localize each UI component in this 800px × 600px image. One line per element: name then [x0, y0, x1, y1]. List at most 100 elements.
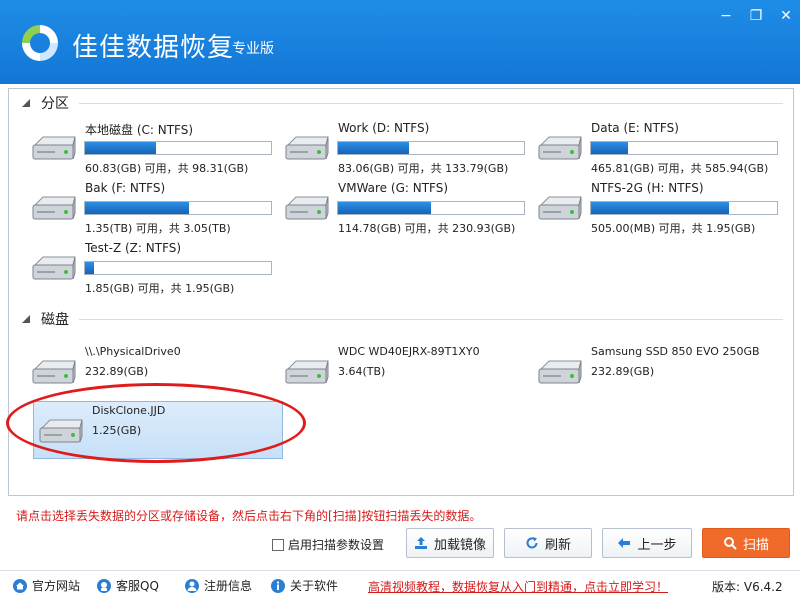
section-divider: [79, 103, 783, 104]
partition-item[interactable]: Work (D: NTFS) 83.06(GB) 可用，共 133.79(GB): [280, 119, 530, 177]
hard-disk-icon: [32, 360, 76, 384]
partition-item[interactable]: Data (E: NTFS) 465.81(GB) 可用，共 585.94(GB): [533, 119, 783, 177]
scan-settings-label: 启用扫描参数设置: [288, 538, 385, 552]
qq-support-link[interactable]: 客服QQ: [96, 577, 159, 594]
home-icon: [13, 578, 27, 593]
usage-bar: [590, 141, 778, 155]
partition-capacity: 83.06(GB) 可用，共 133.79(GB): [338, 162, 509, 175]
checkbox-box[interactable]: [272, 538, 284, 551]
partitions-section-header[interactable]: 分区: [21, 93, 69, 113]
disk-size: 232.89(GB): [85, 365, 149, 378]
usage-bar: [337, 201, 525, 215]
website-label: 官方网站: [32, 579, 81, 593]
hard-disk-icon: [285, 196, 329, 220]
disk-size: 3.64(TB): [338, 365, 386, 378]
disk-item[interactable]: WDC WD40EJRX-89T1XY0 3.64(TB): [280, 343, 530, 401]
usage-bar: [337, 141, 525, 155]
user-icon: [185, 578, 199, 593]
disk-item[interactable]: \\.\PhysicalDrive0 232.89(GB): [27, 343, 277, 401]
section-divider: [79, 319, 783, 320]
collapse-arrow-icon: [22, 315, 30, 323]
scan-settings-checkbox[interactable]: 启用扫描参数设置: [272, 536, 384, 553]
usage-bar-fill: [591, 202, 729, 214]
hard-disk-icon: [538, 136, 582, 160]
hard-disk-icon: [538, 360, 582, 384]
app-title: 佳佳数据恢复: [72, 33, 235, 63]
disks-section-header[interactable]: 磁盘: [21, 309, 69, 329]
back-label: 上一步: [637, 537, 677, 553]
disk-size: 1.25(GB): [92, 424, 142, 437]
partition-name: Data (E: NTFS): [591, 121, 679, 135]
partition-item[interactable]: 本地磁盘 (C: NTFS) 60.83(GB) 可用，共 98.31(GB): [27, 119, 277, 177]
support-icon: [97, 578, 111, 593]
refresh-label: 刷新: [544, 537, 571, 553]
version-label: 版本: V6.4.2: [712, 580, 783, 594]
disk-size: 232.89(GB): [591, 365, 655, 378]
usage-bar: [84, 141, 272, 155]
app-logo-icon: [22, 25, 58, 61]
partition-name: NTFS-2G (H: NTFS): [591, 181, 704, 195]
partition-item[interactable]: Bak (F: NTFS) 1.35(TB) 可用，共 3.05(TB): [27, 179, 277, 237]
partition-capacity: 1.35(TB) 可用，共 3.05(TB): [85, 222, 231, 235]
partition-item[interactable]: Test-Z (Z: NTFS) 1.85(GB) 可用，共 1.95(GB): [27, 239, 277, 297]
instruction-hint: 请点击选择丢失数据的分区或存储设备，然后点击右下角的[扫描]按钮扫描丢失的数据。: [16, 509, 482, 523]
restore-button[interactable]: ❐: [744, 6, 768, 26]
partition-name: Work (D: NTFS): [338, 121, 430, 135]
register-label: 注册信息: [204, 579, 253, 593]
partition-capacity: 465.81(GB) 可用，共 585.94(GB): [591, 162, 769, 175]
refresh-icon: [526, 537, 538, 549]
about-label: 关于软件: [290, 579, 339, 593]
usage-bar: [590, 201, 778, 215]
qq-label: 客服QQ: [116, 579, 159, 593]
disks-title: 磁盘: [41, 312, 69, 328]
back-button[interactable]: 上一步: [602, 528, 692, 558]
partition-capacity: 60.83(GB) 可用，共 98.31(GB): [85, 162, 249, 175]
disk-name: DiskClone.JJD: [92, 404, 166, 417]
partition-capacity: 114.78(GB) 可用，共 230.93(GB): [338, 222, 516, 235]
refresh-button[interactable]: 刷新: [504, 528, 592, 558]
hard-disk-icon: [285, 136, 329, 160]
partition-capacity: 1.85(GB) 可用，共 1.95(GB): [85, 282, 235, 295]
search-icon: [723, 537, 737, 550]
close-button[interactable]: ✕: [774, 6, 798, 26]
disk-name: WDC WD40EJRX-89T1XY0: [338, 345, 480, 358]
partition-capacity: 505.00(MB) 可用，共 1.95(GB): [591, 222, 756, 235]
device-panel: 分区 本地磁盘 (C: NTFS) 60.83(GB) 可用，共 98.31(GB…: [8, 88, 794, 496]
hard-disk-icon: [32, 196, 76, 220]
hard-disk-icon: [39, 419, 83, 443]
partition-item[interactable]: NTFS-2G (H: NTFS) 505.00(MB) 可用，共 1.95(GB…: [533, 179, 783, 237]
partitions-title: 分区: [41, 96, 69, 112]
disk-item[interactable]: Samsung SSD 850 EVO 250GB 232.89(GB): [533, 343, 783, 401]
minimize-button[interactable]: −: [714, 6, 738, 26]
partition-name: VMWare (G: NTFS): [338, 181, 449, 195]
arrow-left-icon: [618, 538, 631, 548]
disk-name: Samsung SSD 850 EVO 250GB: [591, 345, 760, 358]
partition-item[interactable]: VMWare (G: NTFS) 114.78(GB) 可用，共 230.93(G…: [280, 179, 530, 237]
hard-disk-icon: [285, 360, 329, 384]
app-edition: 专业版: [232, 41, 274, 57]
info-icon: [271, 578, 285, 593]
usage-bar-fill: [338, 202, 431, 214]
about-link[interactable]: 关于软件: [270, 577, 338, 594]
usage-bar-fill: [85, 262, 95, 274]
title-bar: 佳佳数据恢复 专业版 − ❐ ✕: [0, 0, 800, 84]
partition-name: Test-Z (Z: NTFS): [85, 241, 182, 255]
disk-item-selected[interactable]: DiskClone.JJD 1.25(GB): [33, 401, 283, 459]
register-link[interactable]: 注册信息: [184, 577, 252, 594]
usage-bar-fill: [85, 202, 190, 214]
disk-name: \\.\PhysicalDrive0: [85, 345, 181, 358]
load-image-label: 加载镜像: [433, 537, 486, 553]
partition-name: 本地磁盘 (C: NTFS): [85, 123, 194, 137]
scan-button[interactable]: 扫描: [702, 528, 790, 558]
partition-name: Bak (F: NTFS): [85, 181, 166, 195]
collapse-arrow-icon: [22, 99, 30, 107]
usage-bar-fill: [85, 142, 156, 154]
load-image-button[interactable]: 加载镜像: [406, 528, 494, 558]
website-link[interactable]: 官方网站: [12, 577, 80, 594]
video-tutorial-link[interactable]: 高清视频教程，数据恢复从入门到精通，点击立即学习！: [368, 578, 668, 595]
hard-disk-icon: [32, 256, 76, 280]
footer: 官方网站 客服QQ 注册信息 关于软件 高清视频教程，数据恢复从入门到精通，点击…: [0, 570, 800, 600]
hard-disk-icon: [32, 136, 76, 160]
usage-bar-fill: [338, 142, 409, 154]
usage-bar: [84, 201, 272, 215]
